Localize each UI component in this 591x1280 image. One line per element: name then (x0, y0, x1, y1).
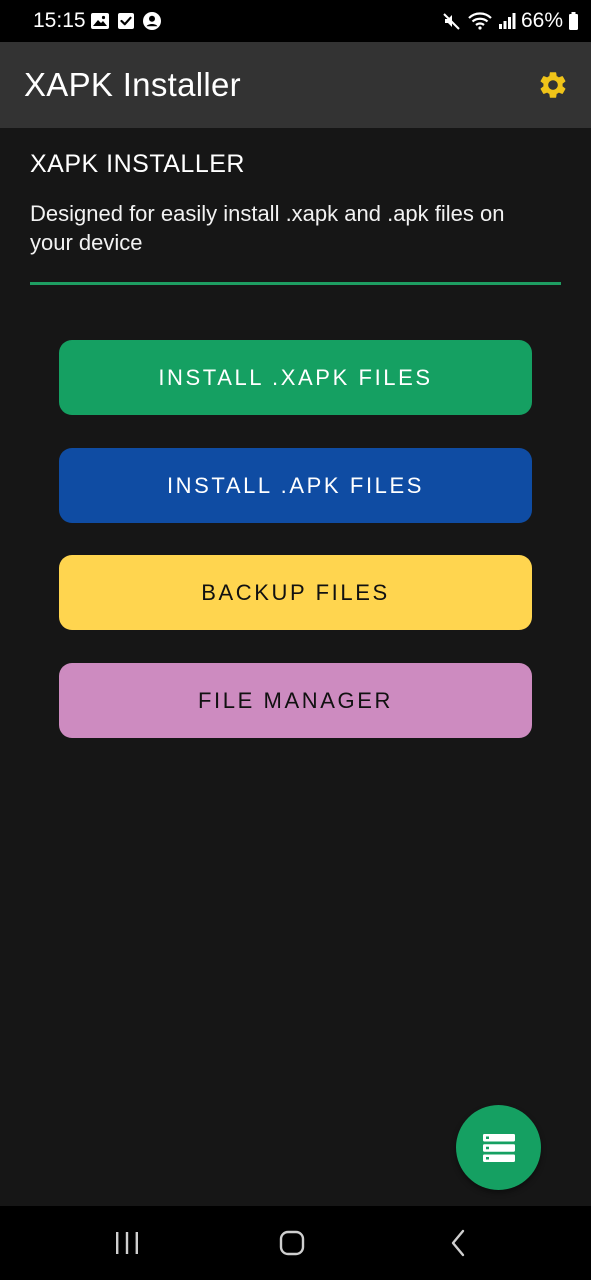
settings-button[interactable] (534, 66, 572, 104)
app-bar: XAPK Installer (0, 42, 591, 128)
account-icon (143, 12, 161, 30)
section-description: Designed for easily install .xapk and .a… (30, 201, 505, 255)
battery-percentage: 66% (520, 9, 563, 32)
gear-icon (540, 72, 566, 98)
wifi-icon (468, 12, 492, 30)
home-button[interactable] (270, 1228, 314, 1258)
divider (30, 282, 561, 285)
battery-icon (569, 12, 578, 30)
recents-icon (116, 1232, 138, 1254)
status-system-icons: 66% (442, 9, 579, 33)
app-title: XAPK Installer (24, 66, 241, 103)
mute-icon (443, 13, 460, 30)
status-bar: 15:15 66% (0, 0, 591, 42)
list-fab-button[interactable] (456, 1105, 541, 1190)
status-time: 15:15 (33, 9, 86, 32)
check-icon (118, 13, 134, 29)
screen: 15:15 66% XAPK Installer XAPK INSTALLER … (0, 0, 591, 1280)
list-icon (482, 1133, 515, 1162)
backup-files-button[interactable]: BACKUP FILES (59, 555, 532, 630)
recents-button[interactable] (105, 1228, 149, 1258)
back-icon (451, 1229, 465, 1257)
section-title: XAPK INSTALLER (30, 150, 245, 178)
navigation-bar (0, 1206, 591, 1280)
install-apk-button[interactable]: INSTALL .APK FILES (59, 448, 532, 523)
file-manager-button[interactable]: FILE MANAGER (59, 663, 532, 738)
status-notification-icons (90, 11, 162, 31)
home-icon (279, 1230, 305, 1256)
back-button[interactable] (436, 1228, 480, 1258)
signal-icon (498, 13, 516, 29)
gallery-icon (91, 13, 109, 29)
install-xapk-button[interactable]: INSTALL .XAPK FILES (59, 340, 532, 415)
